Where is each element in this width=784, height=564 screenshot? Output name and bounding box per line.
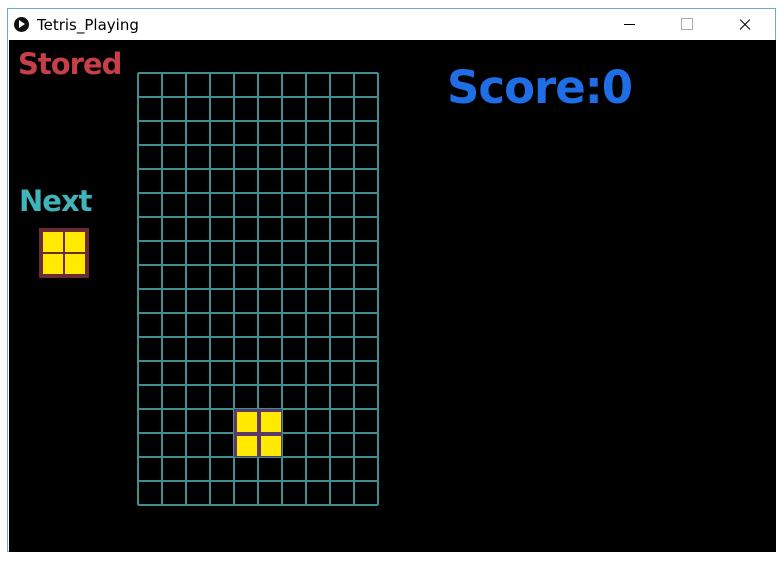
next-piece-cell (65, 232, 85, 252)
window-title: Tetris_Playing (37, 16, 139, 34)
score-display: Score:0 (447, 61, 633, 114)
minimize-button[interactable] (606, 9, 652, 40)
next-label: Next (19, 184, 93, 218)
maximize-button[interactable] (664, 9, 710, 40)
next-piece-cell (43, 254, 63, 274)
board-grid (137, 72, 379, 506)
active-piece-cell (261, 412, 281, 432)
game-canvas[interactable]: Stored Next Score:0 (9, 40, 776, 552)
close-button[interactable] (722, 9, 768, 40)
stored-label: Stored (18, 47, 122, 81)
active-piece-cell (261, 436, 281, 456)
next-piece-preview (39, 228, 89, 278)
next-piece-cell (43, 232, 63, 252)
game-window: Tetris_Playing Stored Next Score:0 (7, 8, 776, 552)
app-play-icon (14, 17, 29, 32)
active-piece-cell (237, 436, 257, 456)
tetris-board (137, 72, 381, 508)
active-piece-cell (237, 412, 257, 432)
next-piece-cell (65, 254, 85, 274)
title-bar[interactable]: Tetris_Playing (8, 9, 775, 40)
